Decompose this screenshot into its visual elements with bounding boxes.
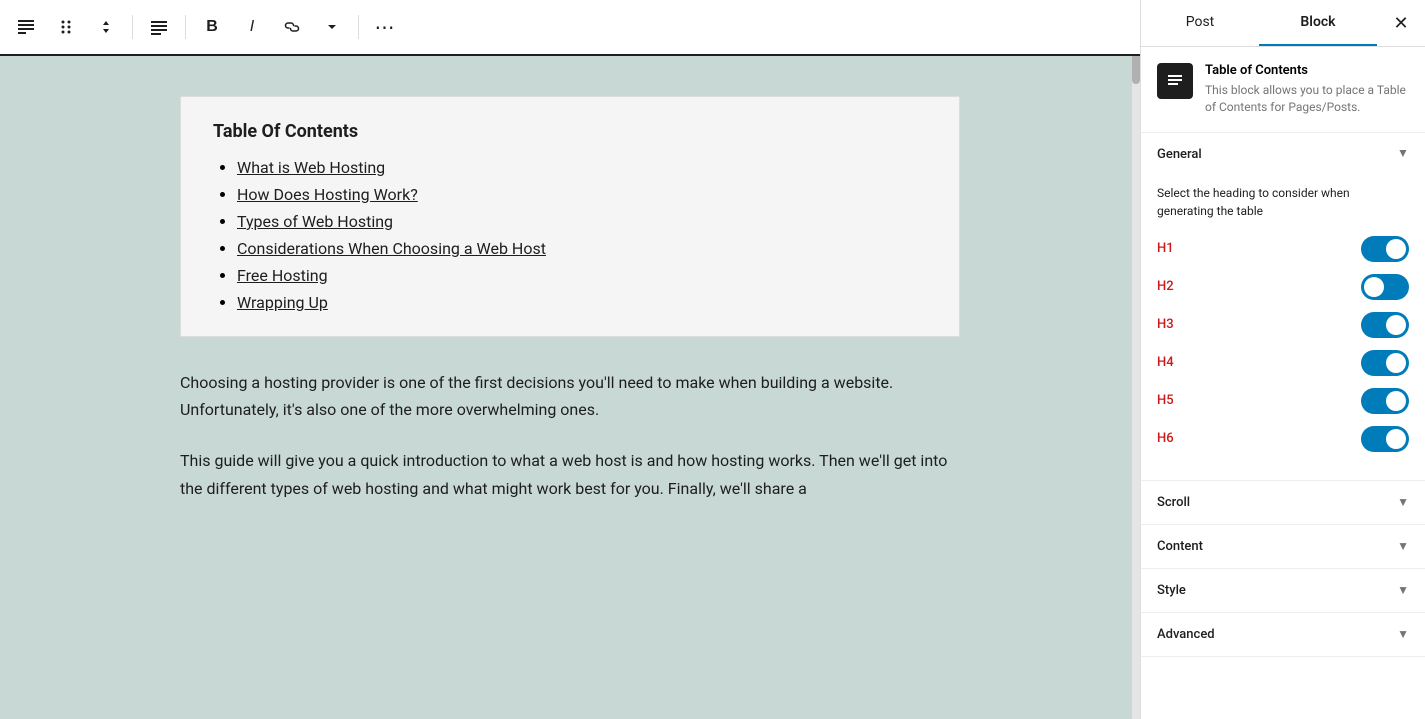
toc-link[interactable]: Types of Web Hosting xyxy=(237,212,393,231)
toc-list-item: Free Hosting xyxy=(237,266,927,285)
section-style-header[interactable]: Style ▼ xyxy=(1141,569,1425,612)
toolbar-divider-3 xyxy=(358,15,359,39)
section-general-header[interactable]: General ▲ xyxy=(1141,133,1425,176)
section-content-label: Content xyxy=(1157,539,1203,554)
toc-link[interactable]: Considerations When Choosing a Web Host xyxy=(237,239,546,258)
h3-label: H3 xyxy=(1157,317,1174,332)
section-general-chevron: ▲ xyxy=(1397,147,1409,161)
bold-button[interactable]: B xyxy=(194,9,230,45)
section-advanced-chevron: ▼ xyxy=(1397,627,1409,641)
italic-button[interactable]: I xyxy=(234,9,270,45)
h6-toggle[interactable] xyxy=(1361,426,1409,452)
section-advanced-header[interactable]: Advanced ▼ xyxy=(1141,613,1425,656)
section-scroll-label: Scroll xyxy=(1157,495,1190,510)
block-description: This block allows you to place a Table o… xyxy=(1205,82,1409,116)
right-panel: Post Block ✕ Table of Contents This bloc… xyxy=(1140,0,1425,719)
toolbar: B I ⋯ xyxy=(0,0,1140,56)
toggle-row-h2: H2 xyxy=(1157,274,1409,300)
section-advanced-label: Advanced xyxy=(1157,627,1215,642)
toc-link[interactable]: Wrapping Up xyxy=(237,293,328,312)
block-type-icon xyxy=(1157,63,1193,99)
content-wrapper: Table Of Contents What is Web Hosting How… xyxy=(120,56,1020,566)
move-up-down-button[interactable] xyxy=(88,9,124,45)
toc-list-item: How Does Hosting Work? xyxy=(237,185,927,204)
toc-list-item: Types of Web Hosting xyxy=(237,212,927,231)
section-style: Style ▼ xyxy=(1141,569,1425,613)
dropdown-button[interactable] xyxy=(314,9,350,45)
section-scroll-header[interactable]: Scroll ▼ xyxy=(1141,481,1425,524)
toc-list-item: Considerations When Choosing a Web Host xyxy=(237,239,927,258)
h1-toggle[interactable] xyxy=(1361,236,1409,262)
link-button[interactable] xyxy=(274,9,310,45)
section-style-chevron: ▼ xyxy=(1397,583,1409,597)
toc-list: What is Web Hosting How Does Hosting Work… xyxy=(213,158,927,312)
h4-toggle[interactable] xyxy=(1361,350,1409,376)
panel-header: Post Block ✕ xyxy=(1141,0,1425,47)
section-general-content: Select the heading to consider when gene… xyxy=(1141,176,1425,480)
section-style-label: Style xyxy=(1157,583,1186,598)
block-info: Table of Contents This block allows you … xyxy=(1141,47,1425,133)
toc-title: Table Of Contents xyxy=(213,121,927,142)
h2-label: H2 xyxy=(1157,279,1174,294)
toggle-row-h5: H5 xyxy=(1157,388,1409,414)
h3-toggle[interactable] xyxy=(1361,312,1409,338)
h5-toggle[interactable] xyxy=(1361,388,1409,414)
general-description: Select the heading to consider when gene… xyxy=(1157,184,1409,220)
section-general-label: General xyxy=(1157,147,1202,162)
more-options-button[interactable]: ⋯ xyxy=(367,9,403,45)
h4-label: H4 xyxy=(1157,355,1174,370)
toggle-row-h6: H6 xyxy=(1157,426,1409,452)
body-paragraph-1: Choosing a hosting provider is one of th… xyxy=(180,369,960,423)
block-info-text: Table of Contents This block allows you … xyxy=(1205,63,1409,116)
tab-block[interactable]: Block xyxy=(1259,0,1377,46)
align-button[interactable] xyxy=(141,9,177,45)
tab-post[interactable]: Post xyxy=(1141,0,1259,46)
block-type-button[interactable] xyxy=(8,9,44,45)
drag-handle[interactable] xyxy=(48,9,84,45)
toc-block: Table Of Contents What is Web Hosting How… xyxy=(180,96,960,337)
toolbar-divider-2 xyxy=(185,15,186,39)
toc-link[interactable]: What is Web Hosting xyxy=(237,158,385,177)
section-advanced: Advanced ▼ xyxy=(1141,613,1425,657)
section-content-chevron: ▼ xyxy=(1397,539,1409,553)
toc-link[interactable]: Free Hosting xyxy=(237,266,328,285)
toggle-row-h1: H1 xyxy=(1157,236,1409,262)
editor-scrollbar[interactable] xyxy=(1132,0,1140,719)
h5-label: H5 xyxy=(1157,393,1174,408)
section-content-header[interactable]: Content ▼ xyxy=(1141,525,1425,568)
editor-container: B I ⋯ Table Of Contents What xyxy=(0,0,1140,719)
block-name: Table of Contents xyxy=(1205,63,1409,78)
toc-list-item: What is Web Hosting xyxy=(237,158,927,177)
section-scroll: Scroll ▼ xyxy=(1141,481,1425,525)
toolbar-divider-1 xyxy=(132,15,133,39)
editor-area: B I ⋯ Table Of Contents What xyxy=(0,0,1140,719)
close-button[interactable]: ✕ xyxy=(1377,0,1425,46)
toc-list-item: Wrapping Up xyxy=(237,293,927,312)
toc-link[interactable]: How Does Hosting Work? xyxy=(237,185,418,204)
body-paragraph-2: This guide will give you a quick introdu… xyxy=(180,447,960,501)
toggle-row-h4: H4 xyxy=(1157,350,1409,376)
h6-label: H6 xyxy=(1157,431,1174,446)
toggle-row-h3: H3 xyxy=(1157,312,1409,338)
section-scroll-chevron: ▼ xyxy=(1397,495,1409,509)
h1-label: H1 xyxy=(1157,241,1174,256)
section-general: General ▲ Select the heading to consider… xyxy=(1141,133,1425,481)
h2-toggle[interactable] xyxy=(1361,274,1409,300)
section-content: Content ▼ xyxy=(1141,525,1425,569)
